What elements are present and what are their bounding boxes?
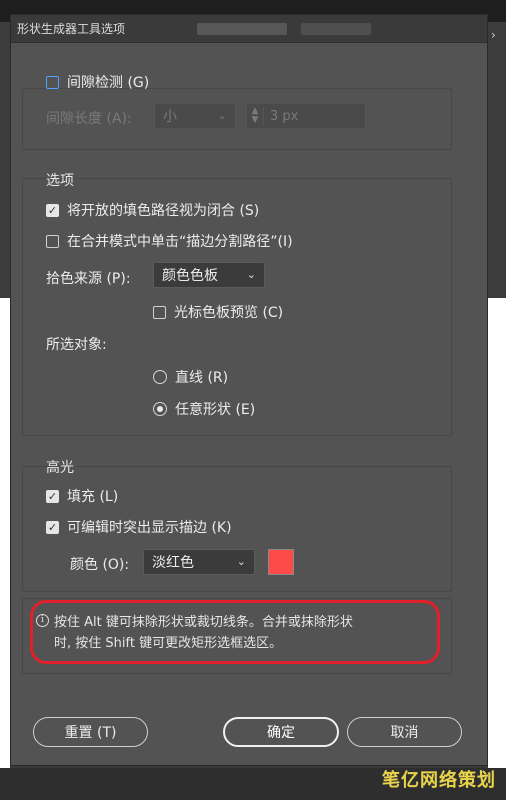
highlight-color-label: 颜色 (O): (70, 557, 130, 573)
click-stroke-split-label: 在合并模式中单击“描边分割路径”(I) (67, 234, 293, 250)
radio-straight-label: 直线 (R) (175, 370, 229, 386)
gap-length-value: 3 px (270, 108, 299, 124)
highlight-section-label: 高光 (46, 460, 74, 476)
color-source-label: 拾色来源 (P): (46, 271, 131, 287)
gap-length-select[interactable]: 小 ⌄ (154, 103, 236, 129)
dialog-title: 形状生成器工具选项 (17, 22, 126, 36)
click-stroke-split-row[interactable]: 在合并模式中单击“描边分割路径”(I) (46, 231, 293, 251)
titlebar-placeholder (197, 22, 288, 35)
background-canvas-right (488, 298, 506, 768)
fill-checkbox[interactable]: ✓ (46, 489, 59, 503)
fill-label: 填充 (L) (67, 489, 119, 505)
background-canvas-left (0, 298, 10, 768)
treat-open-paths-checkbox[interactable]: ✓ (46, 203, 59, 217)
editable-stroke-checkbox[interactable]: ✓ (46, 520, 59, 534)
reset-button[interactable]: 重置 (T) (33, 717, 148, 747)
chevron-down-icon: ⌄ (236, 555, 246, 568)
titlebar-placeholder (301, 22, 372, 35)
highlight-color-select[interactable]: 淡红色 ⌄ (143, 549, 255, 575)
color-source-select[interactable]: 颜色色板 ⌄ (153, 262, 265, 288)
treat-open-paths-row[interactable]: ✓ 将开放的填色路径视为闭合 (S) (46, 200, 259, 220)
gap-detection-label: 间隙检测 (G) (67, 75, 150, 91)
radio-straight-row[interactable]: 直线 (R) (153, 367, 228, 387)
watermark-text: 笔亿网络策划 (382, 770, 496, 791)
chevron-right-icon[interactable]: › (491, 28, 496, 42)
ok-button[interactable]: 确定 (223, 717, 339, 747)
treat-open-paths-label: 将开放的填色路径视为闭合 (S) (67, 203, 260, 219)
radio-straight[interactable] (153, 370, 167, 384)
info-icon: i (36, 614, 49, 627)
cursor-preview-row[interactable]: 光标色板预览 (C) (153, 302, 283, 322)
radio-freeform-row[interactable]: 任意形状 (E) (153, 399, 255, 419)
radio-freeform-label: 任意形状 (E) (175, 402, 256, 418)
dialog-titlebar[interactable]: 形状生成器工具选项 (11, 15, 487, 43)
editable-stroke-row[interactable]: ✓ 可编辑时突出显示描边 (K) (46, 517, 232, 537)
selection-label: 所选对象: (46, 337, 107, 353)
cursor-preview-checkbox[interactable] (153, 305, 166, 319)
stepper-arrows-icon[interactable]: ▲ ▼ (247, 107, 264, 125)
cursor-preview-label: 光标色板预览 (C) (174, 305, 284, 321)
click-stroke-split-checkbox[interactable] (46, 234, 59, 248)
gap-length-label: 间隙长度 (A): (46, 111, 132, 127)
editable-stroke-label: 可编辑时突出显示描边 (K) (67, 520, 232, 536)
radio-freeform[interactable] (153, 402, 167, 416)
gap-detection-checkbox[interactable] (46, 75, 59, 89)
fill-row[interactable]: ✓ 填充 (L) (46, 486, 118, 506)
info-text: 按住 Alt 键可抹除形状或裁切线条。合并或抹除形状 时, 按住 Shift 键… (54, 615, 353, 651)
highlight-color-swatch[interactable] (268, 549, 294, 575)
gap-detection-row[interactable]: 间隙检测 (G) (46, 72, 149, 92)
options-section-label: 选项 (46, 173, 74, 189)
chevron-down-icon: ⌄ (217, 109, 227, 122)
chevron-down-icon: ⌄ (246, 268, 256, 281)
gap-length-stepper[interactable]: ▲ ▼ 3 px (246, 103, 366, 129)
cancel-button[interactable]: 取消 (347, 717, 462, 747)
